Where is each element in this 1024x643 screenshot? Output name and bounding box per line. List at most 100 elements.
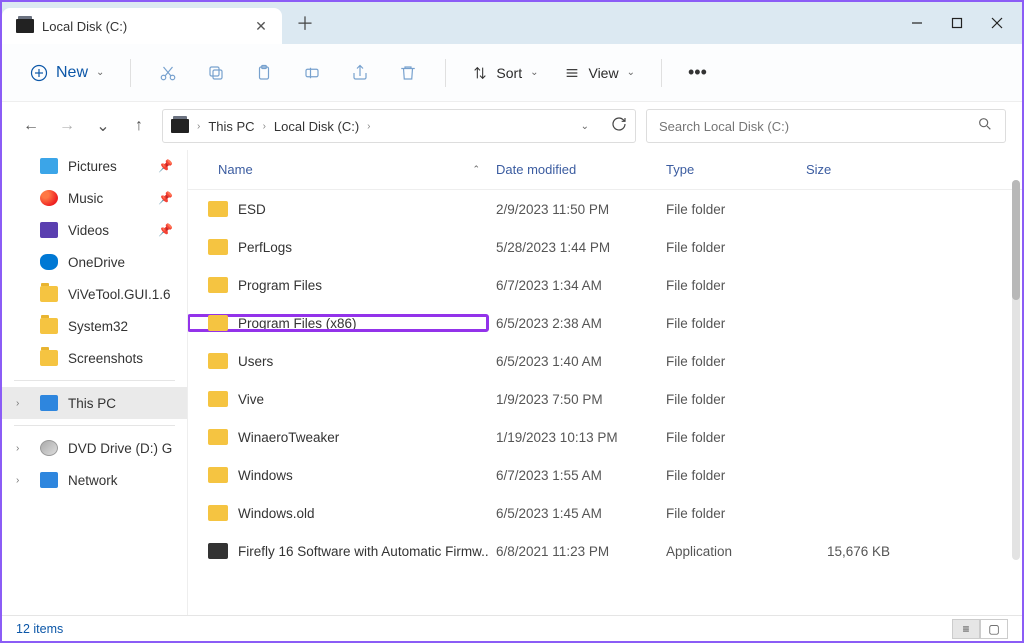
folder-icon <box>208 429 228 445</box>
column-name[interactable]: Name⌃ <box>188 156 488 183</box>
breadcrumb[interactable]: This PC <box>208 119 254 134</box>
content-pane: Name⌃ Date modified Type Size ESD2/9/202… <box>188 150 1022 615</box>
column-date[interactable]: Date modified <box>488 156 658 183</box>
sidebar-item-label: ViVeTool.GUI.1.6 <box>68 287 171 302</box>
chevron-right-icon: › <box>263 121 266 132</box>
file-name: Vive <box>238 392 264 407</box>
file-list: ESD2/9/2023 11:50 PMFile folderPerfLogs5… <box>188 190 1022 615</box>
view-label: View <box>588 65 618 81</box>
pin-icon: 📌 <box>158 159 173 173</box>
chevron-right-icon[interactable]: › <box>16 398 19 409</box>
close-window-button[interactable] <box>988 14 1006 32</box>
cell-name: Program Files (x86) <box>188 315 488 331</box>
sidebar-item-onedrive[interactable]: OneDrive <box>2 246 187 278</box>
file-row[interactable]: PerfLogs5/28/2023 1:44 PMFile folder <box>188 228 1022 266</box>
scrollbar-thumb[interactable] <box>1012 180 1020 300</box>
sidebar-item-folder[interactable]: ViVeTool.GUI.1.6 <box>2 278 187 310</box>
sidebar-item-videos[interactable]: Videos📌 <box>2 214 187 246</box>
sidebar-item-folder[interactable]: System32 <box>2 310 187 342</box>
chevron-right-icon: › <box>197 121 200 132</box>
file-name: WinaeroTweaker <box>238 430 339 445</box>
divider <box>14 380 175 381</box>
chevron-right-icon: › <box>367 121 370 132</box>
file-row[interactable]: Program Files6/7/2023 1:34 AMFile folder <box>188 266 1022 304</box>
file-row[interactable]: Vive 1/9/2023 7:50 PMFile folder <box>188 380 1022 418</box>
cell-type: File folder <box>658 354 798 369</box>
sidebar: Pictures📌 Music📌 Videos📌 OneDrive ViVeTo… <box>2 150 188 615</box>
paste-button[interactable] <box>243 56 285 90</box>
search-input[interactable] <box>659 119 977 134</box>
folder-icon <box>208 201 228 217</box>
sort-button[interactable]: Sort ⌄ <box>462 59 548 87</box>
view-button[interactable]: View ⌄ <box>554 59 644 87</box>
search-bar[interactable] <box>646 109 1006 143</box>
maximize-button[interactable] <box>948 14 966 32</box>
new-label: New <box>56 64 88 82</box>
address-bar[interactable]: › This PC › Local Disk (C:) › ⌄ <box>162 109 636 143</box>
rename-button[interactable] <box>291 56 333 90</box>
minimize-button[interactable] <box>908 14 926 32</box>
tab-local-disk[interactable]: Local Disk (C:) ✕ <box>2 8 282 44</box>
sidebar-item-dvd[interactable]: ›DVD Drive (D:) G <box>2 432 187 464</box>
breadcrumb[interactable]: Local Disk (C:) <box>274 119 359 134</box>
cell-type: File folder <box>658 468 798 483</box>
file-row[interactable]: Firefly 16 Software with Automatic Firmw… <box>188 532 1022 570</box>
cell-date: 6/5/2023 1:45 AM <box>488 506 658 521</box>
sidebar-item-label: Music <box>68 191 103 206</box>
chevron-down-icon: ⌄ <box>627 67 635 78</box>
new-tab-button[interactable]: ＋ <box>296 10 314 36</box>
cell-date: 1/19/2023 10:13 PM <box>488 430 658 445</box>
title-bar: Local Disk (C:) ✕ ＋ <box>2 2 1022 44</box>
app-icon <box>208 543 228 559</box>
chevron-right-icon[interactable]: › <box>16 475 19 486</box>
file-name: Program Files <box>238 278 322 293</box>
cell-name: Program Files <box>188 277 488 293</box>
sidebar-item-pictures[interactable]: Pictures📌 <box>2 150 187 182</box>
pictures-icon <box>40 158 58 174</box>
share-button[interactable] <box>339 56 381 90</box>
cell-size: 15,676 KB <box>798 544 898 559</box>
disk-icon <box>16 19 34 33</box>
recent-dropdown[interactable]: ⌄ <box>90 113 116 139</box>
sidebar-item-this-pc[interactable]: ›This PC <box>2 387 187 419</box>
cell-date: 5/28/2023 1:44 PM <box>488 240 658 255</box>
sidebar-item-network[interactable]: ›Network <box>2 464 187 496</box>
window-controls <box>908 14 1022 32</box>
address-dropdown[interactable]: ⌄ <box>581 121 589 132</box>
details-view-button[interactable]: ≡ <box>952 619 980 639</box>
sort-label: Sort <box>496 65 522 81</box>
column-type[interactable]: Type <box>658 156 798 183</box>
file-name: Users <box>238 354 273 369</box>
file-row[interactable]: Users6/5/2023 1:40 AMFile folder <box>188 342 1022 380</box>
sidebar-item-music[interactable]: Music📌 <box>2 182 187 214</box>
up-button[interactable]: ↑ <box>126 113 152 139</box>
more-button[interactable]: ••• <box>678 56 717 89</box>
file-row[interactable]: ESD2/9/2023 11:50 PMFile folder <box>188 190 1022 228</box>
close-tab-button[interactable]: ✕ <box>254 19 268 33</box>
file-row[interactable]: Windows.old6/5/2023 1:45 AMFile folder <box>188 494 1022 532</box>
folder-icon <box>208 277 228 293</box>
delete-button[interactable] <box>387 56 429 90</box>
back-button[interactable]: ← <box>18 113 44 139</box>
forward-button[interactable]: → <box>54 113 80 139</box>
column-size[interactable]: Size <box>798 156 898 183</box>
cut-button[interactable] <box>147 56 189 90</box>
sidebar-item-label: Videos <box>68 223 109 238</box>
file-row[interactable]: Windows6/7/2023 1:55 AMFile folder <box>188 456 1022 494</box>
copy-button[interactable] <box>195 56 237 90</box>
cell-type: File folder <box>658 392 798 407</box>
sidebar-item-folder[interactable]: Screenshots <box>2 342 187 374</box>
cell-date: 1/9/2023 7:50 PM <box>488 392 658 407</box>
new-button[interactable]: New ⌄ <box>20 58 114 88</box>
file-row[interactable]: WinaeroTweaker1/19/2023 10:13 PMFile fol… <box>188 418 1022 456</box>
chevron-right-icon[interactable]: › <box>16 443 19 454</box>
videos-icon <box>40 222 58 238</box>
folder-icon <box>208 315 228 331</box>
folder-icon <box>208 467 228 483</box>
dvd-icon <box>40 440 58 456</box>
refresh-button[interactable] <box>611 116 627 137</box>
cell-type: File folder <box>658 506 798 521</box>
file-row[interactable]: Program Files (x86)6/5/2023 2:38 AMFile … <box>188 304 1022 342</box>
scrollbar[interactable] <box>1012 180 1020 560</box>
large-icons-button[interactable]: ▢ <box>980 619 1008 639</box>
